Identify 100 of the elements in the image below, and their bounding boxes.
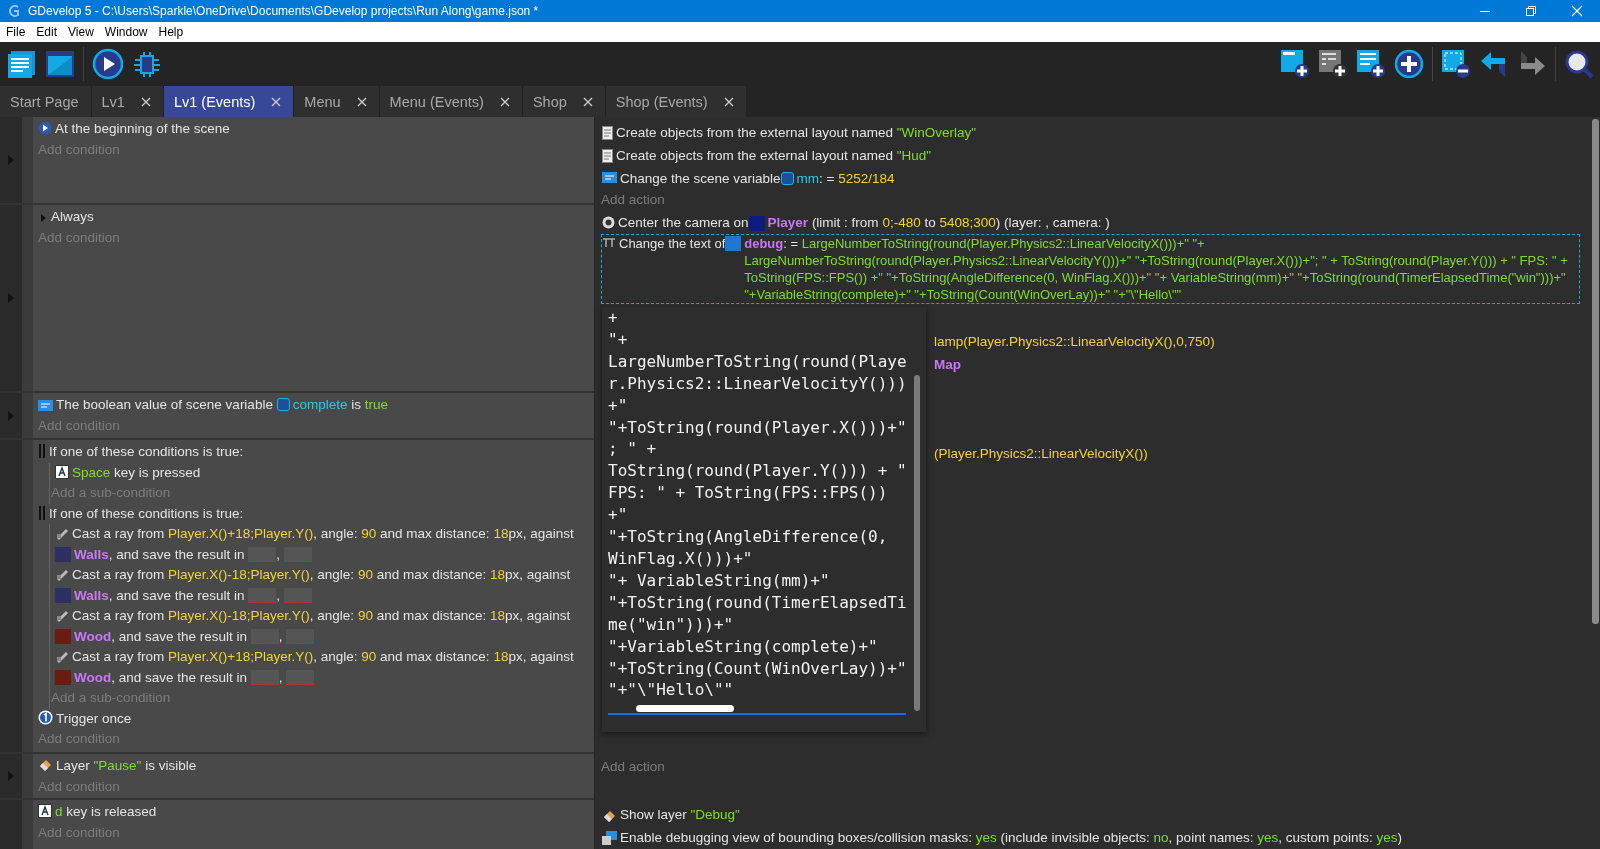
event-handle[interactable] <box>22 440 33 752</box>
event-handle[interactable] <box>22 754 33 798</box>
action-row[interactable]: Create objects from the external layout named "WinOverlay" <box>601 121 1580 144</box>
editor-tab[interactable]: Lv1 <box>91 86 164 117</box>
empty-parameter-field[interactable] <box>248 587 277 603</box>
pencil-icon <box>55 526 69 540</box>
pencil-icon <box>55 649 69 663</box>
action-text[interactable]: mm: = 5252/184 <box>796 168 895 189</box>
eraser-icon <box>38 757 53 772</box>
action-text[interactable]: Change the scene variable <box>620 168 781 189</box>
keyboard-key-icon <box>38 804 52 818</box>
remove-selection-icon[interactable] <box>1441 49 1471 79</box>
condition-text[interactable]: Walls, and save the result in <box>74 546 249 562</box>
action-text[interactable]: lamp(Player.Physics2::LinearVelocityX(),0,750) <box>934 331 1215 352</box>
condition-text[interactable]: If one of these conditions is true: <box>49 444 244 459</box>
action-row[interactable]: Center the camera on Player (limit : from 0;-480 to 5408;300) (layer: , camera: ) <box>601 211 1580 234</box>
keyboard-key-icon <box>55 464 69 479</box>
condition-text[interactable]: d key is released <box>55 804 157 819</box>
top-level-command[interactable]: View <box>68 25 94 39</box>
number-circle-icon <box>38 709 53 725</box>
action-text[interactable]: Player (limit : from 0;-480 to 5408;300) (layer: , camera: ) <box>767 212 1110 233</box>
play-circle-icon <box>38 121 52 135</box>
condition-text[interactable]: Walls, and save the result in <box>74 587 249 603</box>
condition-text[interactable]: , <box>276 546 284 562</box>
scrollbar-thumb[interactable] <box>1592 119 1599 624</box>
condition-text[interactable]: Cast a ray from Player.X()+18;Player.Y(), angle: 90 and max distance: 18px, against <box>72 649 574 664</box>
search-icon[interactable] <box>1564 49 1594 79</box>
add-circle-icon[interactable] <box>1394 49 1424 79</box>
condition-text[interactable]: Layer "Pause" is visible <box>56 758 197 773</box>
event-handle[interactable] <box>22 800 33 849</box>
pencil-icon <box>55 567 69 581</box>
condition-text[interactable]: , <box>278 669 287 685</box>
empty-parameter-field[interactable] <box>283 546 312 562</box>
scrollbar-thumb[interactable] <box>636 705 734 713</box>
scrollbar-thumb[interactable] <box>914 375 920 711</box>
condition-text[interactable]: , <box>278 628 287 644</box>
add-window-icon[interactable] <box>1280 49 1310 79</box>
editor-tab[interactable]: Shop (Events) <box>605 86 747 117</box>
action-row[interactable] <box>601 234 1580 304</box>
action-text[interactable]: Enable debugging view of bounding boxes/collision masks: yes (include invisible objects: no, point names: yes, custom points: yes) <box>620 827 1402 848</box>
double-bar-icon <box>38 444 46 458</box>
condition-text[interactable]: Wood, and save the result in <box>74 628 251 644</box>
action-row[interactable]: Show layer "Debug" <box>601 803 1580 826</box>
condition-text[interactable]: If one of these conditions is true: <box>49 505 244 521</box>
empty-parameter-field[interactable] <box>286 628 315 644</box>
restore-icon[interactable] <box>1525 5 1537 17</box>
action-text[interactable]: debug: = LargeNumberToString(round(Player.Physics2::LinearVelocityX()))+" "+ LargeNumberToString(round(Player.Physics2::LinearVelocityY()))+" "+ToString(round(Player.X()))+"; " + ToString(round(Player.Y())) + " FPS: " + ToString(FPS::FPS()) +" "+ToString(AngleDifference(0, WinFlag.X()))+" "+ VariableString(mm)+" "+ToString(round(TimerElapsedTime("win")))+" "+VariableString(complete)+" "+ToString(Count(WinOverLay))+" "+"\"Hello\"" <box>744 235 1579 303</box>
window-icon[interactable] <box>45 49 75 79</box>
close-icon[interactable] <box>271 96 282 107</box>
top-level-command[interactable]: Help <box>158 25 184 39</box>
empty-parameter-field[interactable] <box>286 669 315 685</box>
condition-text[interactable]: complete is true <box>292 397 388 412</box>
condition-text[interactable]: The boolean value of scene variable <box>56 397 277 412</box>
play-icon[interactable] <box>92 48 124 80</box>
add-grid-icon[interactable] <box>1318 49 1348 79</box>
top-level-command[interactable]: File <box>6 25 26 39</box>
action-text[interactable]: (Player.Physics2::LinearVelocityX()) <box>934 443 1148 464</box>
condition-text[interactable]: Wood, and save the result in <box>74 669 251 685</box>
action-text[interactable]: Center the camera on <box>618 212 749 233</box>
action-row[interactable]: Create objects from the external layout named "Hud" <box>601 144 1580 167</box>
action-text[interactable]: Create objects from the external layout named "Hud" <box>616 145 931 166</box>
condition-text[interactable]: Always <box>51 209 94 224</box>
close-icon[interactable] <box>140 96 151 107</box>
editor-tab[interactable]: Shop <box>522 86 606 117</box>
close-icon[interactable] <box>356 96 367 107</box>
condition-text[interactable]: , <box>276 587 284 603</box>
empty-parameter-field[interactable] <box>250 669 279 685</box>
window-title: GDevelop 5 - C:\Users\Sparkle\OneDrive\Documents\GDevelop projects\Run Along\game.json * <box>28 4 539 18</box>
action-row[interactable]: Change the scene variable mm: = 5252/184 <box>601 167 1580 190</box>
close-icon[interactable] <box>723 96 734 107</box>
top-level-command[interactable]: Edit <box>36 25 58 39</box>
editor-tab[interactable]: Start Page <box>0 86 92 117</box>
event-handle[interactable] <box>22 393 33 438</box>
app-logo-icon <box>6 5 20 17</box>
action-text[interactable]: Change the text of <box>619 235 726 252</box>
editor-tab[interactable]: Menu <box>294 86 380 117</box>
action-text[interactable]: Show layer "Debug" <box>620 804 740 825</box>
empty-parameter-field[interactable] <box>283 587 312 603</box>
close-icon[interactable] <box>582 96 593 107</box>
action-text[interactable]: Map <box>934 354 961 375</box>
editor-tab[interactable]: Menu (Events) <box>379 86 523 117</box>
condition-text[interactable]: Trigger once <box>56 710 132 726</box>
condition-text[interactable]: Space key is pressed <box>72 464 201 480</box>
empty-parameter-field[interactable] <box>250 628 279 644</box>
condition-text[interactable]: At the beginning of the scene <box>55 121 230 136</box>
condition-text[interactable]: Cast a ray from Player.X()-18;Player.Y(), angle: 90 and max distance: 18px, against <box>72 608 571 623</box>
event-list-icon[interactable] <box>7 49 37 79</box>
empty-parameter-field[interactable] <box>248 546 277 562</box>
event-handle[interactable] <box>22 205 33 391</box>
editor-tab[interactable]: Lv1 (Events) <box>163 86 295 117</box>
add-document-icon[interactable] <box>1356 49 1386 79</box>
action-row[interactable]: Enable debugging view of bounding boxes/collision masks: yes (include invisible objects: no, point names: yes, custom points: yes) <box>601 826 1580 849</box>
document-icon <box>602 126 613 140</box>
condition-text[interactable]: Cast a ray from Player.X()-18;Player.Y(), angle: 90 and max distance: 18px, against <box>72 567 571 582</box>
close-icon[interactable] <box>499 96 510 107</box>
eraser-icon <box>602 808 617 823</box>
action-text[interactable]: Create objects from the external layout named "WinOverlay" <box>616 122 976 143</box>
top-level-command[interactable]: Window <box>104 25 148 39</box>
condition-text[interactable]: Cast a ray from Player.X()+18;Player.Y(), angle: 90 and max distance: 18px, against <box>72 526 574 541</box>
event-handle[interactable] <box>22 117 33 203</box>
